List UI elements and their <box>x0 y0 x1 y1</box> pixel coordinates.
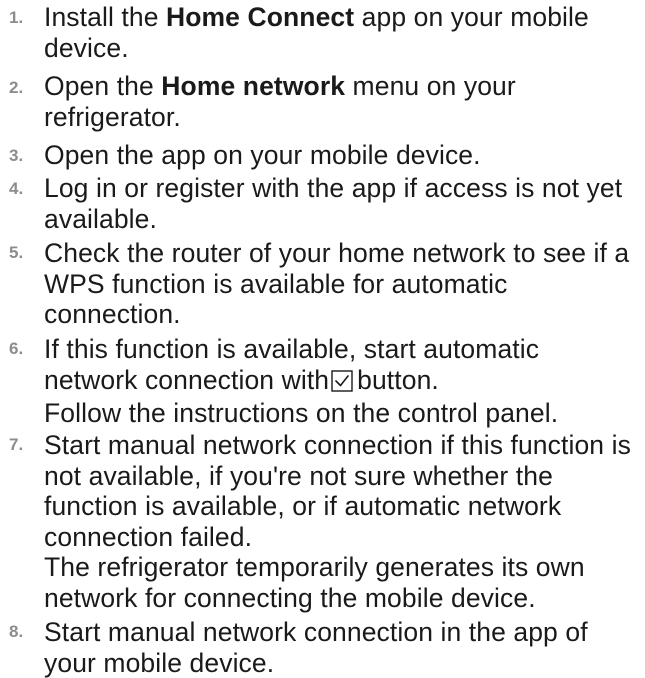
step-line: network for connecting the mobile device… <box>44 583 642 614</box>
step-line: The refrigerator temporarily generates i… <box>44 552 642 583</box>
step-line: connection. <box>44 299 642 330</box>
step-line: If this function is available, start aut… <box>44 334 642 365</box>
step-number: 1. <box>9 3 23 33</box>
step-text: Start manual network connection in the a… <box>44 617 642 678</box>
step-number: 3. <box>9 141 23 171</box>
step-text: Install the Home Connect app on your mob… <box>44 2 642 63</box>
step-line: Follow the instructions on the control p… <box>44 398 642 429</box>
step-line: your mobile device. <box>44 648 642 678</box>
step-text: Open the app on your mobile device. <box>44 140 642 171</box>
step-line: device. <box>44 33 642 64</box>
step-text: Check the router of your home network to… <box>44 238 642 330</box>
step-text: Open the Home network menu on your refri… <box>44 71 642 132</box>
text-run: app on your mobile <box>354 2 589 32</box>
step-number: 4. <box>9 174 23 204</box>
step-line: function is available, or if automatic n… <box>44 491 642 522</box>
check-box-icon <box>331 368 353 399</box>
text-run: network connection with <box>44 365 329 395</box>
step-line: WPS function is available for automatic <box>44 269 642 300</box>
step-line: Check the router of your home network to… <box>44 238 642 269</box>
step-line: network connection with button. <box>44 365 642 399</box>
step-text: Log in or register with the app if acces… <box>44 173 642 234</box>
step-number: 2. <box>9 73 23 103</box>
step-number: 8. <box>9 617 23 647</box>
step-line: not available, if you're not sure whethe… <box>44 461 642 492</box>
step-line: Install the Home Connect app on your mob… <box>44 2 642 33</box>
step-number: 7. <box>9 430 23 460</box>
app-name: Home Connect <box>166 2 354 32</box>
step-line: Open the Home network menu on your <box>44 71 642 102</box>
text-run: Open the <box>44 71 161 101</box>
step-line: Start manual network connection in the a… <box>44 617 642 648</box>
step-number: 5. <box>9 238 23 268</box>
step-line: Open the app on your mobile device. <box>44 140 642 171</box>
step-line: refrigerator. <box>44 102 642 133</box>
text-run: button. <box>357 365 439 395</box>
step-text: If this function is available, start aut… <box>44 334 642 429</box>
menu-name: Home network <box>161 71 345 101</box>
step-line: Start manual network connection if this … <box>44 430 642 461</box>
step-line: Log in or register with the app if acces… <box>44 173 642 204</box>
step-line: available. <box>44 204 642 235</box>
step-text: Start manual network connection if this … <box>44 430 642 613</box>
step-number: 6. <box>9 334 23 364</box>
text-run: Install the <box>44 2 166 32</box>
step-line: connection failed. <box>44 522 642 553</box>
text-run: menu on your <box>345 71 516 101</box>
